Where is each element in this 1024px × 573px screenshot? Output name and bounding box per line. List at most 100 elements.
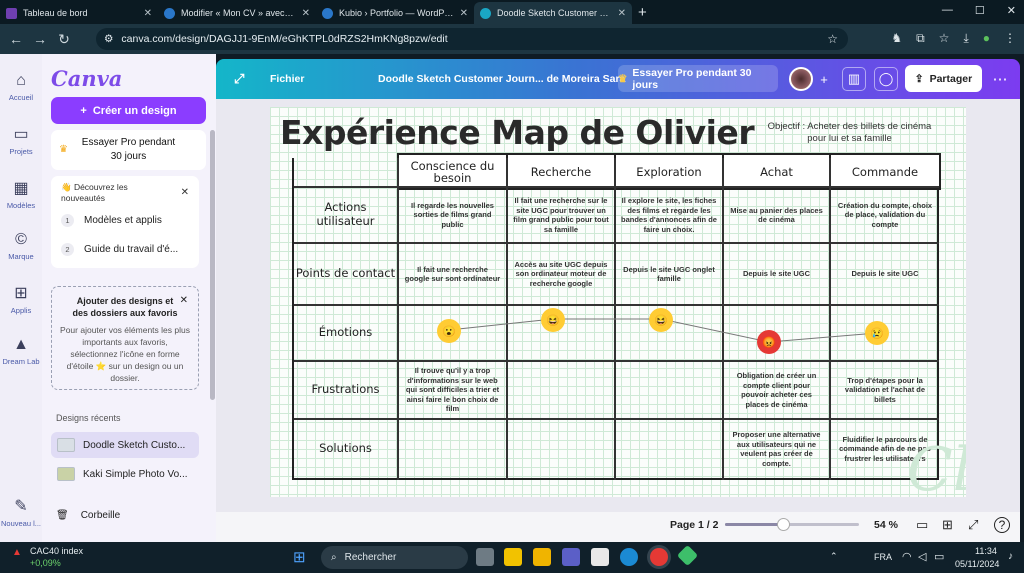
zoom-slider[interactable] <box>725 518 859 531</box>
site-info-icon[interactable]: ⚙ <box>104 33 113 45</box>
clock-time[interactable]: 11:34 <box>975 546 997 556</box>
rail-home[interactable]: ⌂ Accueil <box>0 72 42 102</box>
row-label[interactable]: Points de contact <box>294 242 397 304</box>
column-header[interactable]: Achat <box>722 153 831 190</box>
create-design-button[interactable]: + Créer un design <box>51 97 206 124</box>
touchpoint-cell[interactable]: Depuis le site UGC onglet famille <box>616 244 722 304</box>
frustration-cell[interactable] <box>616 362 722 418</box>
action-cell[interactable]: Il regarde les nouvelles sorties de film… <box>399 188 506 242</box>
rail-projects[interactable]: ▭ Projets <box>0 124 42 156</box>
column-header[interactable]: Exploration <box>614 153 724 190</box>
language-indicator[interactable]: FRA <box>874 552 892 562</box>
rail-apps[interactable]: ⊞ Applis <box>0 283 42 315</box>
solution-cell[interactable] <box>508 420 614 478</box>
solution-cell[interactable] <box>399 420 506 478</box>
chrome-icon[interactable] <box>650 548 668 566</box>
reload-icon[interactable]: ↻ <box>52 31 76 48</box>
new-tab-icon[interactable]: + <box>638 4 647 21</box>
touchpoint-cell[interactable]: Depuis le site UGC <box>724 244 829 304</box>
stock-name[interactable]: CAC40 index <box>30 546 83 556</box>
profile-avatar-icon[interactable]: ● <box>983 31 990 46</box>
browser-tab-active[interactable]: Doodle Sketch Customer Journ ✕ <box>474 2 632 24</box>
rail-templates[interactable]: ▦ Modèles <box>0 178 42 210</box>
solution-cell[interactable] <box>616 420 722 478</box>
browser-tab[interactable]: Modifier « Mon CV » avec Elem ✕ <box>158 2 316 24</box>
column-header[interactable]: Conscience du besoin <box>397 153 508 190</box>
frustration-cell[interactable]: Trop d'étapes pour la validation et l'ac… <box>831 362 939 418</box>
task-view-icon[interactable] <box>476 548 494 566</box>
comment-icon[interactable]: ◯ <box>874 67 898 91</box>
try-pro-card[interactable]: ♛ Essayer Pro pendant 30 jours <box>51 130 206 170</box>
volume-icon[interactable]: ◁ <box>918 550 926 563</box>
battery-icon[interactable]: ▭ <box>934 550 944 563</box>
touchpoint-cell[interactable]: Depuis le site UGC <box>831 244 939 304</box>
angry-emoji-icon[interactable]: 😡 <box>757 330 781 354</box>
close-window-icon[interactable]: ✕ <box>1007 4 1016 17</box>
action-cell[interactable]: Il explore le site, les fiches des films… <box>616 188 722 242</box>
bookmarks-icon[interactable]: ☆ <box>939 31 950 46</box>
recent-design-item[interactable]: Doodle Sketch Custo... <box>51 432 199 458</box>
column-header[interactable]: Recherche <box>506 153 616 190</box>
laughing-emoji-icon[interactable]: 😆 <box>649 308 673 332</box>
grid-view-icon[interactable]: ⊞ <box>942 517 953 533</box>
edge-icon[interactable] <box>620 548 638 566</box>
avatar[interactable] <box>789 67 813 91</box>
browser-tab[interactable]: Kubio › Portfolio — WordPress ✕ <box>316 2 474 24</box>
clock-date[interactable]: 05/11/2024 <box>955 559 999 569</box>
minimize-icon[interactable]: — <box>942 4 953 17</box>
row-label[interactable]: Émotions <box>294 304 397 360</box>
design-title[interactable]: Expérience Map de Olivier <box>280 113 755 152</box>
design-objective[interactable]: Objectif : Acheter des billets de cinéma… <box>767 121 932 145</box>
discover-item[interactable]: 1 Modèles et applis <box>61 214 162 227</box>
column-header[interactable]: Commande <box>829 153 941 190</box>
close-tab-icon[interactable]: ✕ <box>144 8 152 19</box>
app-icon[interactable] <box>676 544 699 567</box>
wifi-icon[interactable]: ◠ <box>902 550 912 563</box>
sad-emoji-icon[interactable]: 😢 <box>865 321 889 345</box>
zoom-slider-handle[interactable] <box>777 518 790 531</box>
close-tab-icon[interactable]: ✕ <box>460 8 468 19</box>
taskbar-search[interactable]: ⌕ Rechercher <box>321 546 468 569</box>
file-explorer-icon[interactable] <box>533 548 551 566</box>
rail-brand[interactable]: © Marque <box>0 231 42 261</box>
more-menu-icon[interactable]: ⋯ <box>988 67 1012 91</box>
page-indicator[interactable]: Page 1 / 2 <box>670 519 718 531</box>
row-label[interactable]: Actions utilisateur <box>294 186 397 242</box>
extension-icon[interactable]: ♞ <box>891 31 902 46</box>
extensions-puzzle-icon[interactable]: ⧉ <box>916 31 925 46</box>
teams-icon[interactable] <box>562 548 580 566</box>
chevron-up-icon[interactable]: ⌃ <box>830 551 838 562</box>
try-pro-button[interactable]: ♛ Essayer Pro pendant 30 jours <box>618 65 778 92</box>
laughing-emoji-icon[interactable]: 😆 <box>541 308 565 332</box>
frustration-cell[interactable]: Obligation de créer un compte client pou… <box>724 362 829 418</box>
zoom-level[interactable]: 54 % <box>874 519 898 531</box>
add-collaborator-icon[interactable]: + <box>812 67 836 91</box>
solution-cell[interactable]: Proposer une alternative aux utilisateur… <box>724 420 829 478</box>
action-cell[interactable]: Il fait une recherche sur le site UGC po… <box>508 188 614 242</box>
frustration-cell[interactable]: Il trouve qu'il y a trop d'informations … <box>399 362 506 418</box>
rail-new[interactable]: ✎ Nouveau l... <box>0 496 42 528</box>
surprised-emoji-icon[interactable]: 😮 <box>437 319 461 343</box>
rail-dream-lab[interactable]: ▲ Dream Lab <box>0 336 42 366</box>
file-menu[interactable]: Fichier <box>270 59 304 99</box>
external-link-icon[interactable]: ⤢ <box>234 59 244 99</box>
design-page[interactable]: Expérience Map de Olivier Objectif : Ach… <box>270 107 966 497</box>
browser-menu-icon[interactable]: ⋮ <box>1004 31 1016 46</box>
discover-item[interactable]: 2 Guide du travail d'é... <box>61 243 178 256</box>
maximize-icon[interactable]: ☐ <box>975 4 985 17</box>
recent-design-item[interactable]: Kaki Simple Photo Vo... <box>51 461 199 487</box>
document-title[interactable]: Doodle Sketch Customer Journ... de Morei… <box>378 59 625 99</box>
sticky-notes-icon[interactable] <box>504 548 522 566</box>
download-icon[interactable]: ⤓ <box>963 31 968 46</box>
action-cell[interactable]: Création du compte, choix de place, vali… <box>831 188 939 242</box>
notifications-icon[interactable]: ♪ <box>1008 551 1013 562</box>
panel-scrollbar[interactable] <box>210 130 215 400</box>
analytics-icon[interactable]: ▥ <box>842 67 866 91</box>
frustration-cell[interactable] <box>508 362 614 418</box>
touchpoint-cell[interactable]: Il fait une recherche google sur sont or… <box>399 244 506 304</box>
pages-view-icon[interactable]: ▭ <box>916 517 928 533</box>
close-icon[interactable]: ✕ <box>180 295 188 307</box>
forward-icon[interactable]: → <box>28 31 52 47</box>
store-icon[interactable] <box>591 548 609 566</box>
browser-tab[interactable]: Tableau de bord ✕ <box>0 2 158 24</box>
